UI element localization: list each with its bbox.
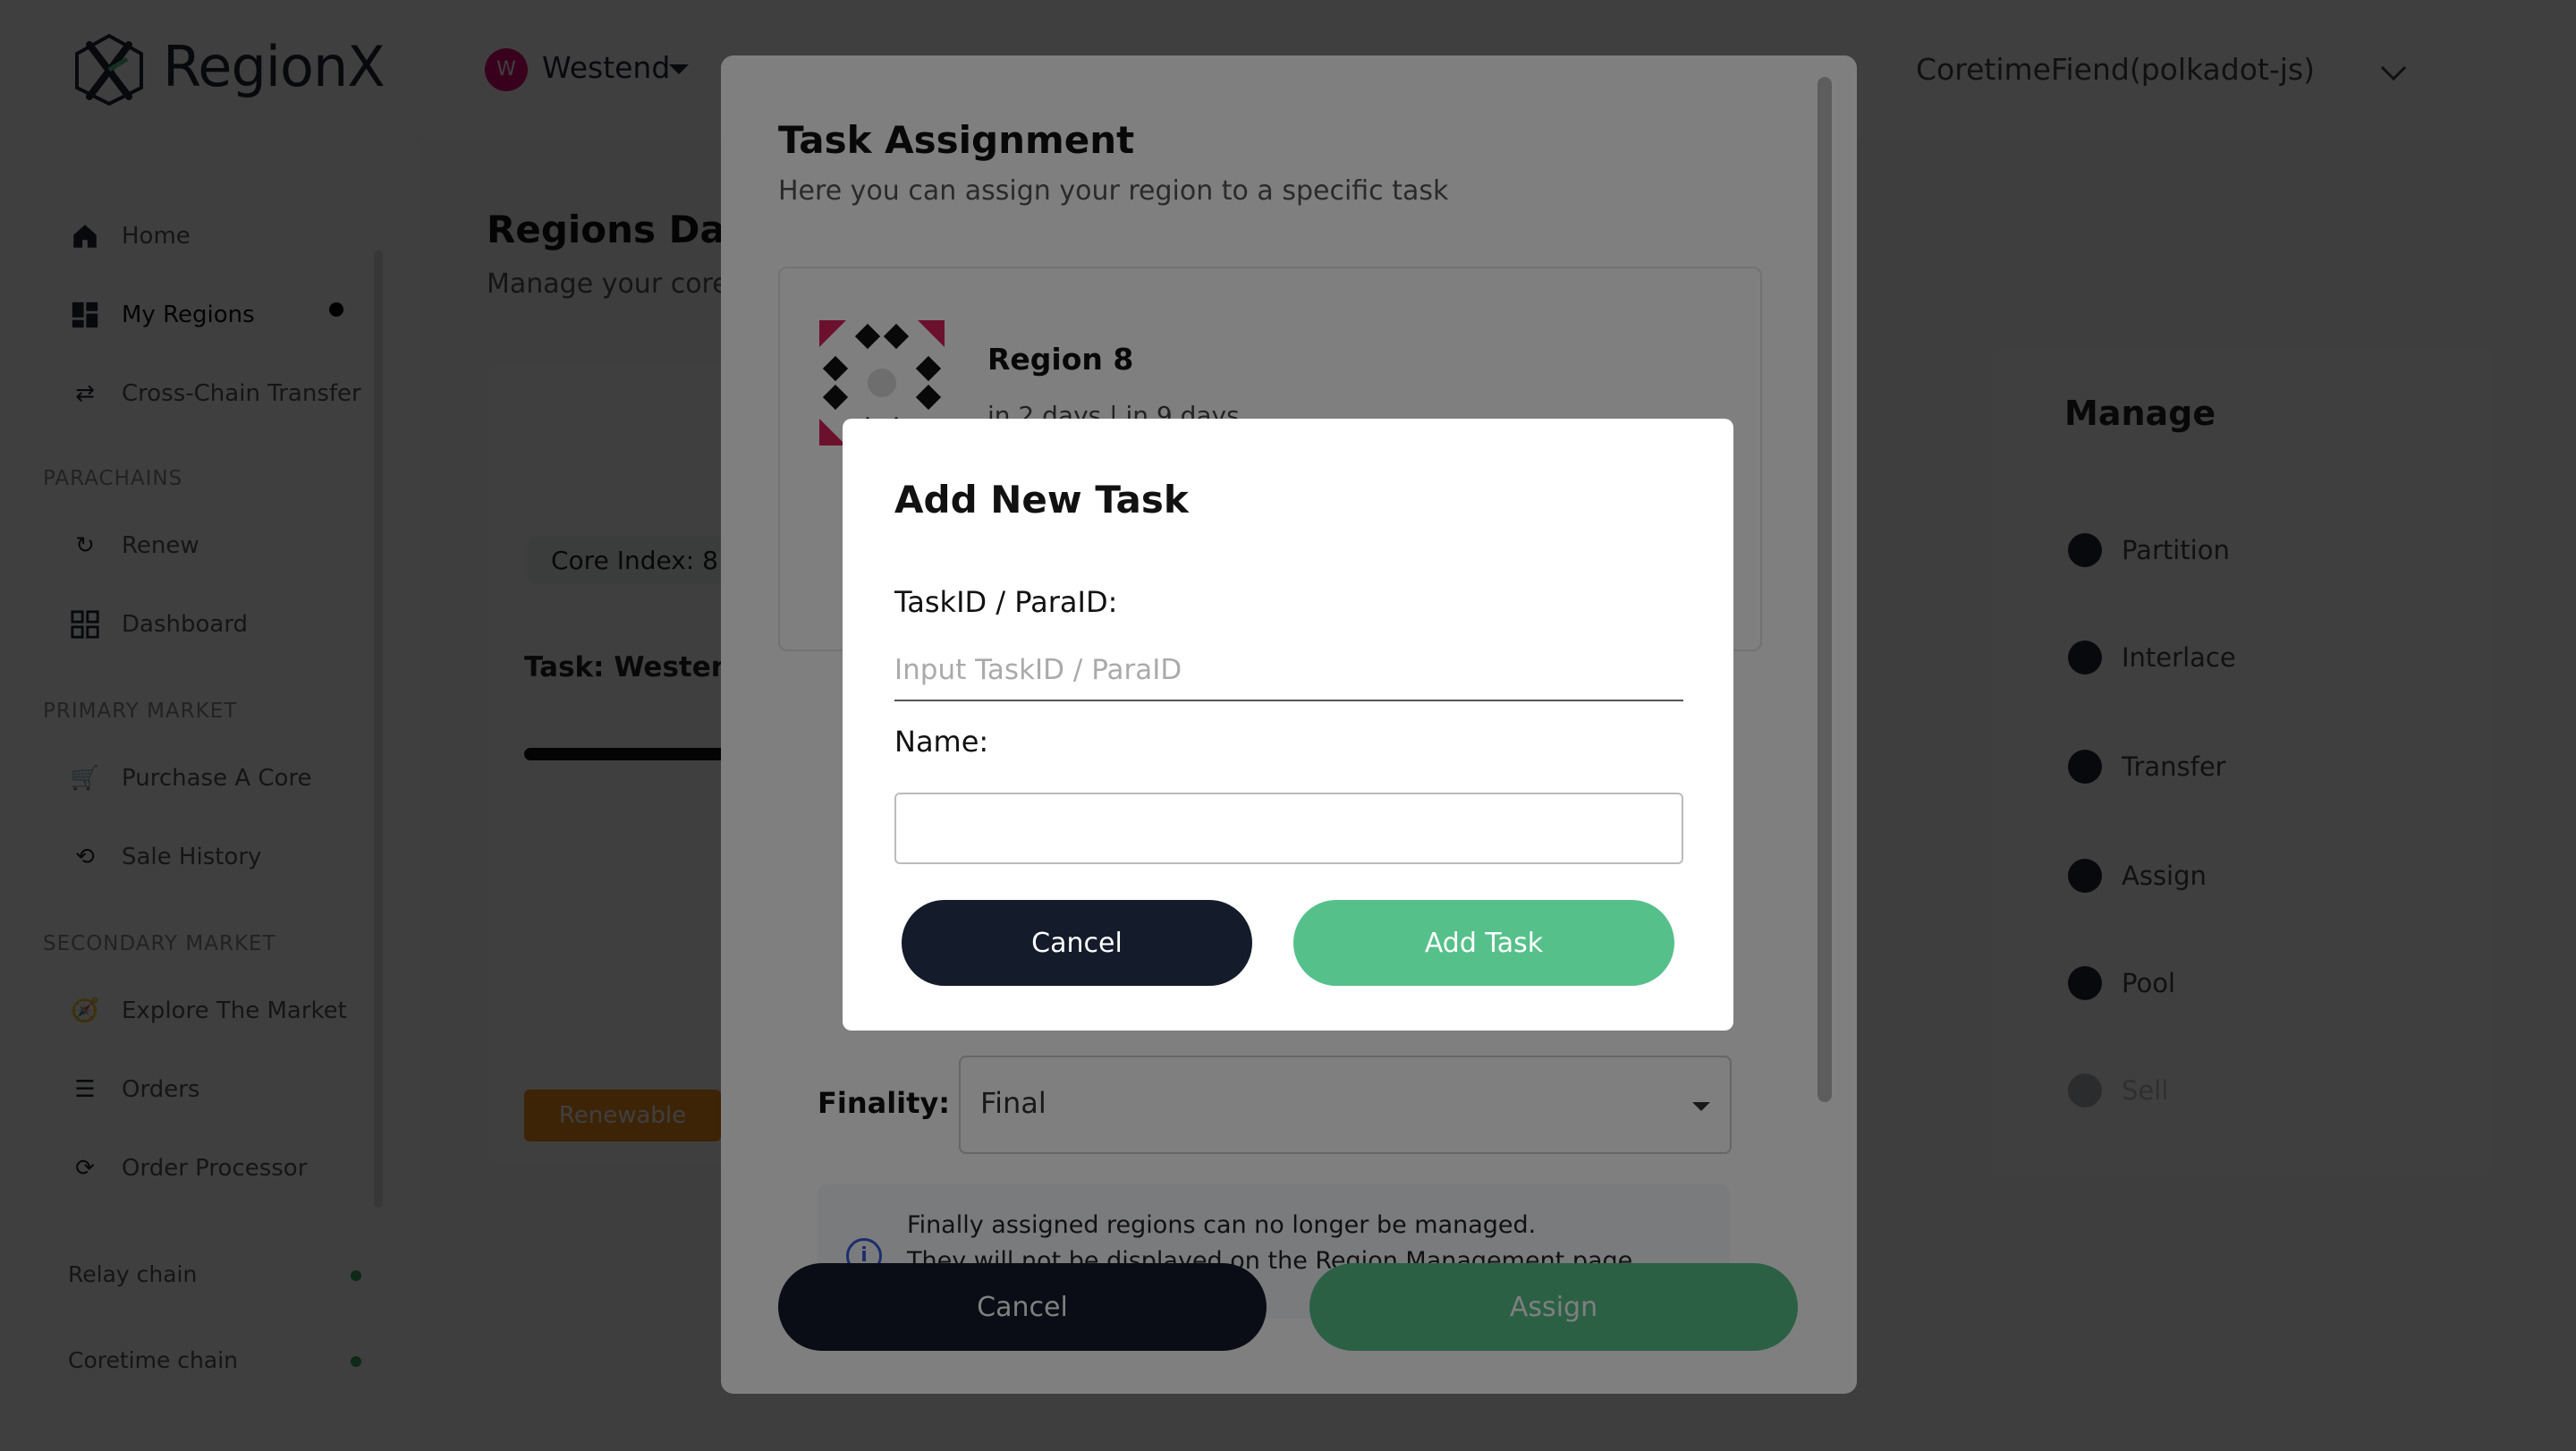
add-task-button[interactable]: Add Task — [1293, 900, 1674, 986]
add-new-task-dialog: Add New Task TaskID / ParaID: Name: Canc… — [843, 419, 1733, 1031]
taskid-label: TaskID / ParaID: — [894, 585, 1118, 619]
name-label: Name: — [894, 725, 989, 759]
dialog-title: Add New Task — [894, 478, 1189, 522]
taskid-input[interactable] — [894, 641, 1683, 701]
cancel-button[interactable]: Cancel — [902, 900, 1252, 986]
app-root: RegionX W Westend CoretimeFiend(polkadot… — [0, 0, 2576, 1451]
name-input[interactable] — [894, 793, 1683, 864]
